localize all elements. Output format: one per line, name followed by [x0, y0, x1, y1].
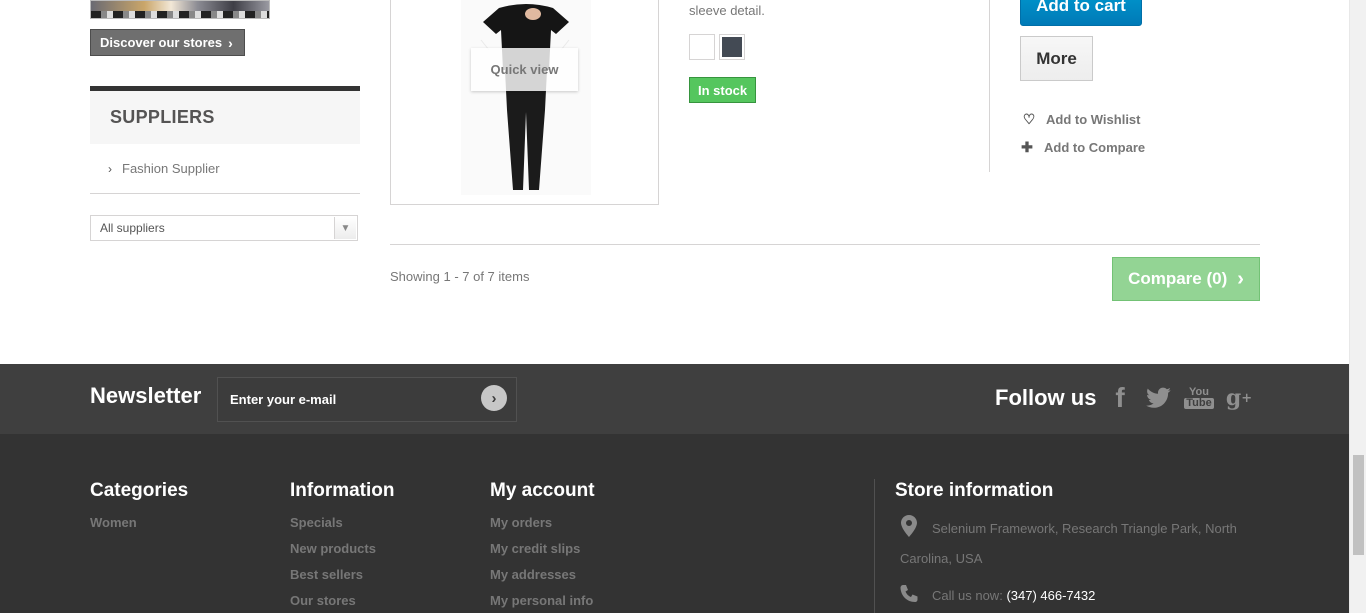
map-marker-icon — [901, 515, 917, 542]
page-scrollbar[interactable] — [1349, 0, 1366, 613]
footer-link-my-personal-info[interactable]: My personal info — [490, 593, 593, 608]
product-image — [461, 0, 591, 195]
add-to-cart-button[interactable]: Add to cart — [1020, 0, 1142, 26]
supplier-item-label: Fashion Supplier — [122, 161, 220, 176]
compare-label: Compare (0) — [1128, 269, 1228, 288]
store-phone-number[interactable]: (347) 466-7432 — [1006, 588, 1095, 603]
store-address-line1: Selenium Framework, Research Triangle Pa… — [932, 521, 1237, 536]
footer-store-title: Store information — [895, 480, 1054, 501]
page: Discover our stores › SUPPLIERS › Fashio… — [0, 0, 1366, 613]
newsletter-submit-button[interactable]: › — [481, 385, 507, 411]
newsletter-title: Newsletter — [90, 383, 202, 408]
footer-link-our-stores[interactable]: Our stores — [290, 593, 356, 608]
twitter-icon[interactable] — [1142, 383, 1176, 413]
footer-link-specials[interactable]: Specials — [290, 515, 343, 530]
footer-information-title: Information — [290, 480, 395, 501]
supplier-select[interactable]: All suppliers ▼ — [90, 215, 358, 241]
product-divider — [989, 0, 990, 172]
color-swatch-white[interactable] — [689, 34, 715, 60]
listing-divider — [390, 244, 1260, 245]
scrollbar-thumb[interactable] — [1353, 455, 1364, 555]
chevron-right-icon: › — [491, 389, 497, 407]
footer-link-my-orders[interactable]: My orders — [490, 515, 552, 530]
compare-button[interactable]: Compare (0) › — [1112, 257, 1260, 301]
store-address-line2: Carolina, USA — [900, 551, 983, 566]
product-image-frame[interactable] — [390, 0, 659, 205]
chevron-down-icon: ▼ — [334, 217, 356, 239]
add-to-compare-link[interactable]: ✚ Add to Compare — [1019, 139, 1145, 156]
add-to-wishlist-label: Add to Wishlist — [1046, 112, 1141, 127]
discover-stores-button[interactable]: Discover our stores › — [90, 29, 245, 56]
showing-count: Showing 1 - 7 of 7 items — [390, 269, 530, 284]
follow-us-title: Follow us — [995, 385, 1097, 410]
footer-link-my-credit-slips[interactable]: My credit slips — [490, 541, 580, 556]
chevron-right-icon: › — [228, 34, 233, 51]
suppliers-title: SUPPLIERS — [90, 86, 360, 144]
color-swatch-dark[interactable] — [719, 34, 745, 60]
heart-icon: ♡ — [1022, 111, 1036, 127]
footer-link-new-products[interactable]: New products — [290, 541, 376, 556]
product-description: sleeve detail. — [689, 3, 765, 18]
call-us-label: Call us now: — [932, 588, 1003, 603]
add-to-wishlist-link[interactable]: ♡ Add to Wishlist — [1021, 111, 1141, 128]
youtube-icon[interactable]: You Tube — [1182, 383, 1216, 413]
plus-icon: ✚ — [1021, 139, 1033, 155]
store-phone-line: Call us now: (347) 466-7432 — [932, 588, 1095, 603]
add-to-compare-label: Add to Compare — [1044, 140, 1146, 155]
footer-link-women[interactable]: Women — [90, 515, 137, 530]
supplier-select-value: All suppliers — [100, 221, 165, 235]
footer-link-my-addresses[interactable]: My addresses — [490, 567, 576, 582]
discover-stores-label: Discover our stores — [100, 35, 223, 50]
stores-banner-image[interactable] — [90, 0, 270, 19]
footer-divider — [874, 479, 875, 613]
quick-view-button[interactable]: Quick view — [471, 48, 578, 91]
availability-badge: In stock — [689, 77, 757, 103]
chevron-right-icon: › — [108, 161, 112, 176]
footer-categories-title: Categories — [90, 480, 189, 501]
footer-link-best-sellers[interactable]: Best sellers — [290, 567, 363, 582]
facebook-icon[interactable]: f — [1103, 382, 1137, 413]
footer-account-title: My account — [490, 480, 595, 501]
more-button[interactable]: More — [1020, 36, 1093, 81]
newsletter-email-input[interactable]: Enter your e-mail — [217, 377, 517, 422]
supplier-item-fashion[interactable]: › Fashion Supplier — [90, 144, 360, 194]
google-plus-icon[interactable]: g + — [1222, 383, 1256, 413]
chevron-right-icon: › — [1237, 267, 1244, 290]
phone-icon — [899, 584, 919, 609]
suppliers-block: SUPPLIERS › Fashion Supplier — [90, 86, 360, 194]
